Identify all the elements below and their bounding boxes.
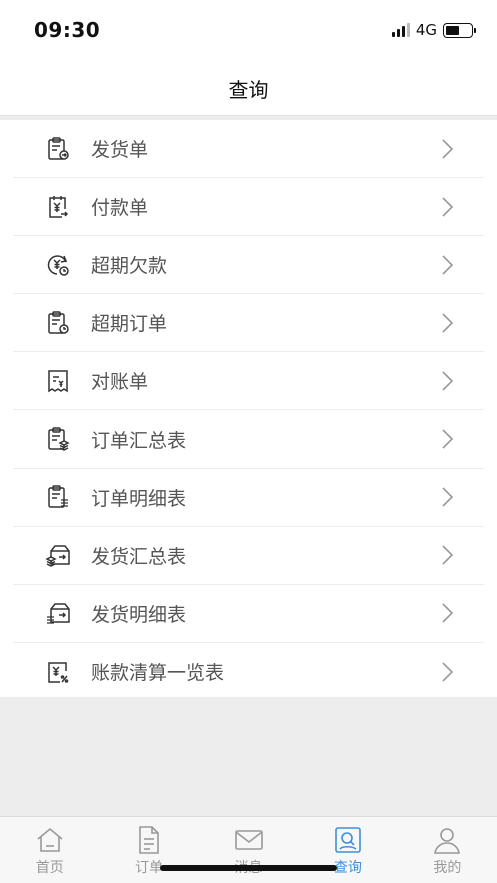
- tab-label: 订单: [135, 860, 164, 876]
- chevron-right-icon: [440, 544, 454, 566]
- envelope-icon: [234, 825, 264, 855]
- clipboard-arrow-icon: [45, 136, 71, 162]
- tab-query[interactable]: 查询: [298, 817, 397, 883]
- menu-item-label: 发货单: [91, 139, 149, 162]
- search-person-icon: [333, 825, 363, 855]
- document-icon: [134, 825, 164, 855]
- yen-percent-icon: [45, 659, 71, 685]
- menu-item-label: 超期订单: [91, 313, 168, 336]
- box-stack-icon: [45, 542, 71, 568]
- menu-item-label: 订单明细表: [91, 487, 187, 510]
- box-list-icon: [45, 600, 71, 626]
- home-indicator: [160, 865, 337, 871]
- yen-payment-icon: [45, 194, 71, 220]
- tab-bar: 首页 订单 消息 查询 我的: [0, 816, 497, 883]
- menu-item-overdue-orders[interactable]: 超期订单: [13, 294, 484, 353]
- menu-item-label: 超期欠款: [91, 255, 168, 278]
- tab-label: 查询: [333, 860, 362, 876]
- clipboard-stack-icon: [45, 426, 71, 452]
- tab-label: 我的: [433, 860, 462, 876]
- status-bar: 09:30 4G: [0, 0, 497, 62]
- tab-label: 首页: [35, 860, 64, 876]
- network-type: 4G: [415, 21, 437, 39]
- menu-item-overdue-debt[interactable]: 超期欠款: [13, 236, 484, 295]
- menu-item-shipping-detail[interactable]: 发货明细表: [13, 585, 484, 643]
- nav-bar: 查询: [0, 62, 497, 116]
- yen-clock-icon: [45, 252, 71, 278]
- home-icon: [35, 825, 65, 855]
- query-menu-list: 发货单 付款单 超期欠款 超期订单 对账单 订单汇总表 订单明细表 发货汇总表 …: [0, 120, 497, 697]
- menu-item-statement[interactable]: 对账单: [13, 352, 484, 411]
- receipt-yen-icon: [45, 368, 71, 394]
- chevron-right-icon: [440, 196, 454, 218]
- tab-messages[interactable]: 消息: [199, 817, 298, 883]
- menu-item-label: 账款清算一览表: [91, 662, 225, 685]
- status-indicators: 4G: [391, 21, 476, 39]
- menu-item-label: 发货明细表: [91, 603, 187, 626]
- chevron-right-icon: [440, 370, 454, 392]
- menu-item-label: 付款单: [91, 197, 149, 220]
- page-title: 查询: [228, 78, 269, 102]
- user-icon: [432, 825, 462, 855]
- menu-item-order-summary[interactable]: 订单汇总表: [13, 410, 484, 469]
- status-time: 09:30: [34, 18, 101, 42]
- chevron-right-icon: [440, 138, 454, 160]
- chevron-right-icon: [440, 428, 454, 450]
- chevron-right-icon: [440, 661, 454, 683]
- menu-item-order-detail[interactable]: 订单明细表: [13, 469, 484, 527]
- menu-item-payment-order[interactable]: 付款单: [13, 178, 484, 237]
- tab-mine[interactable]: 我的: [398, 817, 497, 883]
- menu-item-label: 发货汇总表: [91, 545, 187, 568]
- chevron-right-icon: [440, 254, 454, 276]
- menu-item-label: 对账单: [91, 371, 149, 394]
- clipboard-list-icon: [45, 484, 71, 510]
- tab-orders[interactable]: 订单: [99, 817, 198, 883]
- tab-home[interactable]: 首页: [0, 817, 99, 883]
- clipboard-clock-icon: [45, 310, 71, 336]
- chevron-right-icon: [440, 486, 454, 508]
- chevron-right-icon: [440, 602, 454, 624]
- signal-icon: [391, 23, 410, 37]
- menu-item-shipping-order[interactable]: 发货单: [13, 120, 484, 179]
- chevron-right-icon: [440, 312, 454, 334]
- menu-item-settlement-overview[interactable]: 账款清算一览表: [13, 643, 484, 701]
- menu-item-shipping-summary[interactable]: 发货汇总表: [13, 527, 484, 585]
- battery-icon: [443, 22, 476, 38]
- menu-item-label: 订单汇总表: [91, 429, 187, 452]
